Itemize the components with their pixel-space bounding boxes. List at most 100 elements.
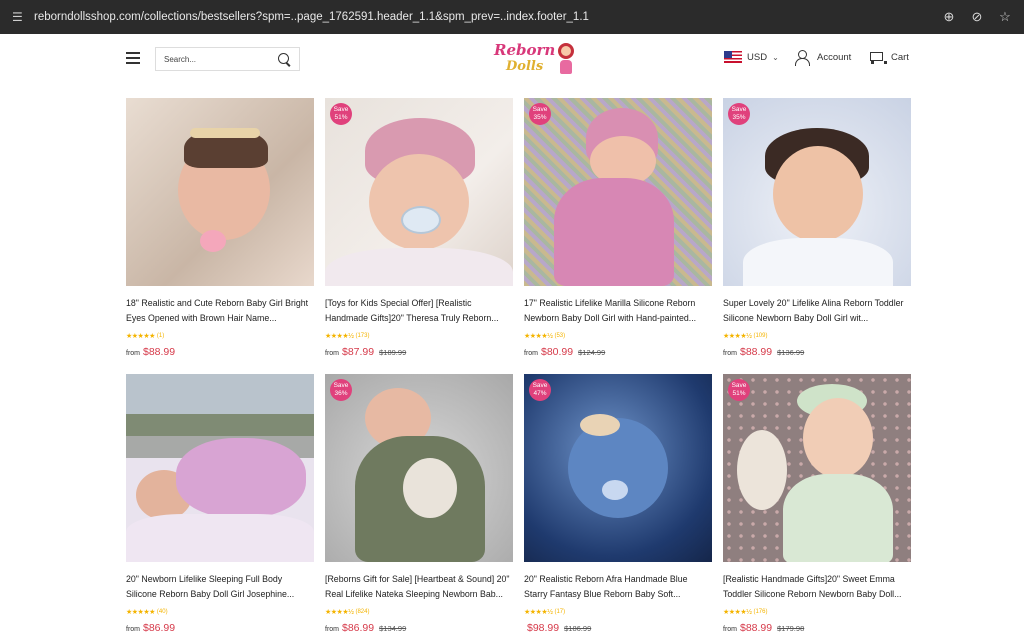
site-logo[interactable]: Reborn Dolls <box>488 40 580 82</box>
save-badge: Save 47% <box>529 379 551 401</box>
product-rating: ★★★★½ (176) <box>723 607 911 617</box>
bookmark-star-icon[interactable]: ☆ <box>998 9 1012 25</box>
product-image[interactable] <box>325 374 513 562</box>
review-count: (109) <box>753 333 768 339</box>
save-badge: Save 35% <box>529 103 551 125</box>
review-count: (40) <box>156 609 168 615</box>
product-price: $88.99 <box>740 622 773 634</box>
product-card[interactable]: 20" Newborn Lifelike Sleeping Full Body … <box>126 374 314 634</box>
product-rating: ★★★★½ (109) <box>723 331 911 341</box>
product-price: $88.99 <box>143 346 176 358</box>
logo-text-reborn: Reborn <box>494 41 556 59</box>
account-label: Account <box>817 52 852 63</box>
product-image[interactable] <box>723 98 911 286</box>
product-image[interactable] <box>126 98 314 286</box>
product-image[interactable] <box>126 374 314 562</box>
star-rating-icon: ★★★★½ <box>723 609 752 616</box>
save-badge: Save 36% <box>330 379 352 401</box>
star-rating-icon: ★★★★½ <box>325 333 354 340</box>
product-rating: ★★★★½ (53) <box>524 331 712 341</box>
product-price: $87.99 <box>342 346 375 358</box>
cart-link[interactable]: Cart <box>868 50 909 64</box>
price-from-label: from <box>126 350 140 357</box>
product-title[interactable]: [Reborns Gift for Sale] [Heartbeat & Sou… <box>325 572 513 602</box>
review-count: (176) <box>753 609 768 615</box>
product-card[interactable]: 18" Realistic and Cute Reborn Baby Girl … <box>126 98 314 358</box>
search-icon[interactable] <box>278 52 291 66</box>
account-link[interactable]: Account <box>795 50 852 66</box>
product-card[interactable]: Save 47% 20" Realistic Reborn Afra Handma… <box>524 374 712 634</box>
currency-selector[interactable]: USD ⌄ <box>724 51 779 63</box>
save-badge: Save 35% <box>728 103 750 125</box>
save-badge: Save 51% <box>728 379 750 401</box>
review-count: (17) <box>554 609 566 615</box>
review-count: (53) <box>554 333 566 339</box>
logo-text-dolls: Dolls <box>506 59 544 74</box>
product-image[interactable] <box>524 374 712 562</box>
price-row: from $88.99 <box>126 346 314 358</box>
product-rating: ★★★★½ (824) <box>325 607 513 617</box>
us-flag-icon <box>724 51 742 63</box>
product-price: $88.99 <box>740 346 773 358</box>
cart-icon <box>868 50 887 64</box>
product-title[interactable]: 17" Realistic Lifelike Marilla Silicone … <box>524 296 712 326</box>
zoom-icon[interactable]: ⊕ <box>942 9 956 25</box>
product-title[interactable]: [Toys for Kids Special Offer] [Realistic… <box>325 296 513 326</box>
product-rating: ★★★★★ (40) <box>126 607 314 617</box>
cart-label: Cart <box>891 51 909 63</box>
price-from-label: from <box>723 626 737 633</box>
product-price: $80.99 <box>541 346 574 358</box>
product-rating: ★★★★½ (17) <box>524 607 712 617</box>
product-card[interactable]: Save 51% [Toys for Kids Special Offer] [R… <box>325 98 513 358</box>
star-rating-icon: ★★★★½ <box>723 333 752 340</box>
price-row: from $87.99 $189.99 <box>325 346 513 358</box>
price-from-label: from <box>723 350 737 357</box>
user-icon <box>795 50 810 66</box>
price-from-label: from <box>325 350 339 357</box>
product-title[interactable]: 20" Realistic Reborn Afra Handmade Blue … <box>524 572 712 602</box>
product-title[interactable]: 18" Realistic and Cute Reborn Baby Girl … <box>126 296 314 326</box>
review-count: (824) <box>355 609 370 615</box>
logo-doll-body <box>560 60 572 74</box>
star-rating-icon: ★★★★½ <box>524 333 553 340</box>
product-title[interactable]: [Realistic Handmade Gifts]20" Sweet Emma… <box>723 572 911 602</box>
currency-label: USD <box>747 51 768 63</box>
product-rating: ★★★★½ (173) <box>325 331 513 341</box>
browser-address-bar[interactable]: ☰ reborndollsshop.com/collections/bestse… <box>0 0 1024 34</box>
review-count: (1) <box>156 333 165 339</box>
star-rating-icon: ★★★★½ <box>325 609 354 616</box>
product-card[interactable]: Save 35% Super Lovely 20" Lifelike Alina … <box>723 98 911 358</box>
product-card[interactable]: Save 51% [Realistic Handmade Gifts]20" Sw… <box>723 374 911 634</box>
eye-off-icon[interactable]: ⊘ <box>970 9 984 25</box>
star-rating-icon: ★★★★½ <box>524 609 553 616</box>
product-card[interactable]: Save 35% 17" Realistic Lifelike Marilla S… <box>524 98 712 358</box>
search-input[interactable] <box>164 54 274 64</box>
search-box[interactable] <box>155 47 300 71</box>
product-card[interactable]: Save 36% [Reborns Gift for Sale] [Heartbe… <box>325 374 513 634</box>
star-rating-icon: ★★★★★ <box>126 333 155 340</box>
product-image[interactable] <box>524 98 712 286</box>
product-image[interactable] <box>723 374 911 562</box>
star-rating-icon: ★★★★★ <box>126 609 155 616</box>
compare-price: $136.99 <box>777 348 805 357</box>
price-from-label: from <box>524 350 538 357</box>
price-row: from $86.99 $134.99 <box>325 622 513 634</box>
logo-doll-icon <box>558 43 574 59</box>
compare-price: $124.99 <box>578 348 606 357</box>
price-row: from $88.99 $179.98 <box>723 622 911 634</box>
save-badge: Save 51% <box>330 103 352 125</box>
url-text[interactable]: reborndollsshop.com/collections/bestsell… <box>34 11 589 23</box>
compare-price: $134.99 <box>379 624 407 633</box>
site-settings-icon[interactable]: ☰ <box>12 10 30 24</box>
product-rating: ★★★★★ (1) <box>126 331 314 341</box>
compare-price: $186.99 <box>564 624 592 633</box>
price-row: from $80.99 $124.99 <box>524 346 712 358</box>
product-title[interactable]: Super Lovely 20" Lifelike Alina Reborn T… <box>723 296 911 326</box>
price-row: from $88.99 $136.99 <box>723 346 911 358</box>
site-header: Reborn Dolls USD ⌄ Account Cart <box>0 34 1024 88</box>
product-image[interactable] <box>325 98 513 286</box>
menu-icon[interactable] <box>126 52 140 64</box>
price-from-label: from <box>126 626 140 633</box>
compare-price: $179.98 <box>777 624 805 633</box>
product-title[interactable]: 20" Newborn Lifelike Sleeping Full Body … <box>126 572 314 602</box>
